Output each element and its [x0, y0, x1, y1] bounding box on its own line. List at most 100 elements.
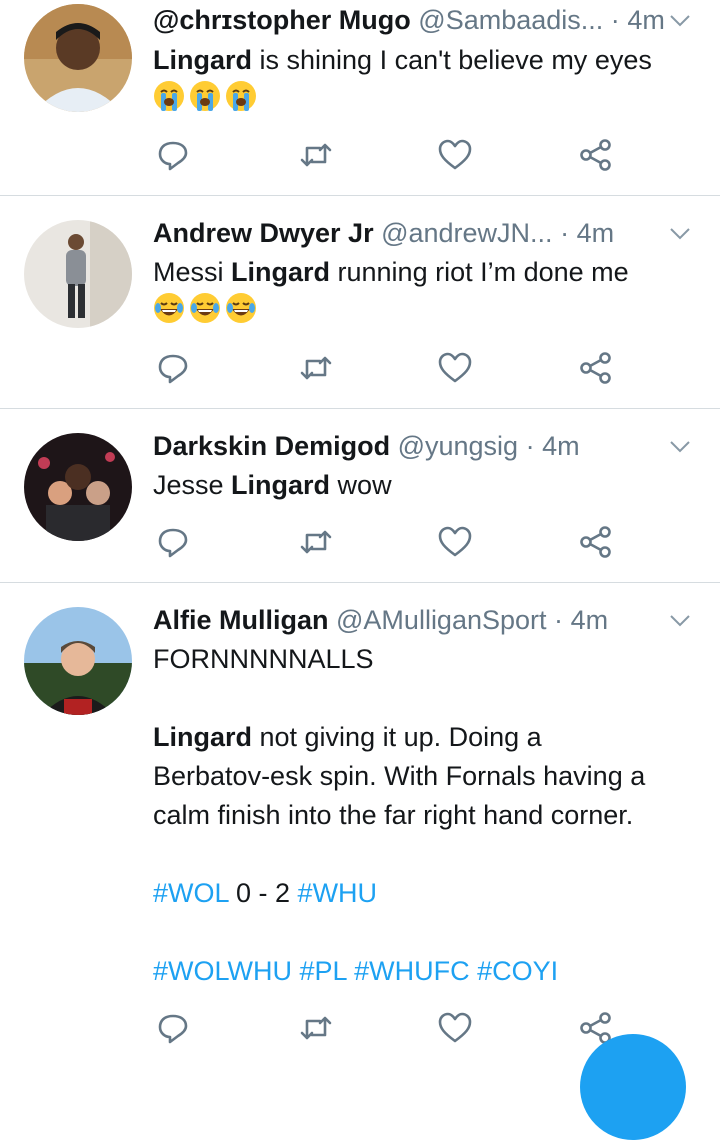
like-button[interactable] [437, 350, 473, 386]
tweet-text-line: Lingard not giving it up. Doing a [153, 718, 696, 757]
share-icon [580, 526, 611, 558]
share-button[interactable] [578, 137, 614, 173]
author-handle[interactable]: @yungsig [398, 431, 518, 461]
retweet-icon [300, 530, 332, 554]
tweet-header: Alfie Mulligan @AMulliganSport · 4m [153, 602, 690, 638]
like-button[interactable] [437, 524, 473, 560]
heart-icon [438, 1012, 472, 1043]
chevron-down-icon[interactable] [668, 8, 692, 32]
like-button[interactable] [437, 1010, 473, 1046]
tears-of-joy-face-icon [190, 293, 220, 323]
tweet-1[interactable]: @chrɪstopher Mugo @Sambaadis... · 4m Lin… [0, 0, 720, 196]
tweet-text: Jesse Lingard wow [153, 466, 696, 505]
text-run: running riot I’m done me [330, 257, 629, 287]
author-handle[interactable]: @andrewJN... [381, 218, 552, 248]
share-button[interactable] [578, 524, 614, 560]
author-name[interactable]: Andrew Dwyer Jr [153, 218, 374, 248]
tweet-text-line: Lingard is shining I can't believe my ey… [153, 41, 696, 80]
tweet-header: Darkskin Demigod @yungsig · 4m [153, 428, 690, 464]
compose-tweet-button[interactable] [580, 1034, 686, 1140]
timestamp[interactable]: 4m [627, 5, 665, 35]
avatar[interactable] [24, 4, 132, 112]
text-run: Berbatov-esk spin. With Fornals having a [153, 761, 646, 791]
reply-icon [158, 528, 188, 558]
tears-of-joy-face-icon [226, 293, 256, 323]
tweet-text-line [153, 679, 696, 718]
chevron-down-icon[interactable] [668, 608, 692, 632]
tweet-text-line [153, 835, 696, 874]
author-name[interactable]: @chrɪstopher Mugo [153, 5, 411, 35]
tweet-4[interactable]: Alfie Mulligan @AMulliganSport · 4m FORN… [0, 583, 720, 1069]
tweet-text-line [153, 80, 696, 119]
tweet-3[interactable]: Darkskin Demigod @yungsig · 4m Jesse Lin… [0, 409, 720, 583]
hashtag-link[interactable]: #WHU [298, 878, 378, 908]
text-run [292, 956, 300, 986]
timestamp[interactable]: 4m [542, 431, 580, 461]
reply-button[interactable] [155, 137, 191, 173]
timestamp[interactable]: 4m [571, 605, 609, 635]
hashtag-link[interactable]: #WHUFC [354, 956, 470, 986]
share-icon [580, 352, 611, 384]
text-run: Messi [153, 257, 232, 287]
text-run: wow [330, 470, 392, 500]
tweet-text-line [153, 292, 696, 331]
highlighted-keyword: Lingard [231, 257, 331, 287]
tweet-text-line: FORNNNNNALLS [153, 640, 696, 679]
heart-icon [438, 526, 472, 557]
avatar-image [24, 4, 132, 112]
share-icon [580, 139, 611, 171]
share-button[interactable] [578, 350, 614, 386]
retweet-button[interactable] [298, 1010, 334, 1046]
text-run [470, 956, 478, 986]
text-run: not giving it up. Doing a [252, 722, 542, 752]
tweet-text: Lingard is shining I can't believe my ey… [153, 41, 696, 119]
text-run: Jesse [153, 470, 232, 500]
hashtag-link[interactable]: #COYI [477, 956, 558, 986]
avatar-image [24, 607, 132, 715]
chevron-down-icon[interactable] [668, 221, 692, 245]
hashtag-link[interactable]: #WOLWHU [153, 956, 292, 986]
reply-button[interactable] [155, 524, 191, 560]
avatar[interactable] [24, 607, 132, 715]
tweet-2[interactable]: Andrew Dwyer Jr @andrewJN... · 4m Messi … [0, 196, 720, 409]
highlighted-keyword: Lingard [153, 45, 252, 75]
heart-icon [438, 139, 472, 170]
tweet-text-line: Berbatov-esk spin. With Fornals having a [153, 757, 696, 796]
avatar[interactable] [24, 220, 132, 328]
like-button[interactable] [437, 137, 473, 173]
retweet-icon [300, 1016, 332, 1040]
tweet-actions [0, 350, 720, 390]
author-name[interactable]: Alfie Mulligan [153, 605, 329, 635]
timestamp[interactable]: 4m [577, 218, 615, 248]
text-run: 0 - 2 [228, 878, 298, 908]
chevron-down-icon[interactable] [668, 434, 692, 458]
tweet-text-line: Jesse Lingard wow [153, 466, 696, 505]
tears-of-joy-face-icon [154, 293, 184, 323]
tweet-text-line: #WOLWHU #PL #WHUFC #COYI [153, 952, 696, 991]
text-run [347, 956, 355, 986]
reply-icon [158, 1014, 188, 1044]
reply-button[interactable] [155, 1010, 191, 1046]
retweet-button[interactable] [298, 137, 334, 173]
hashtag-link[interactable]: #WOL [153, 878, 229, 908]
author-handle[interactable]: @Sambaadis... [418, 5, 603, 35]
separator-dot: · [560, 218, 570, 248]
reply-icon [158, 141, 188, 171]
text-run: is shining I can't believe my eyes [252, 45, 652, 75]
tweet-actions [0, 524, 720, 564]
tweet-text-line: Messi Lingard running riot I’m done me [153, 253, 696, 292]
retweet-icon [300, 143, 332, 167]
highlighted-keyword: Lingard [153, 722, 252, 752]
avatar-image [24, 220, 132, 328]
heart-icon [438, 352, 472, 383]
retweet-button[interactable] [298, 350, 334, 386]
author-name[interactable]: Darkskin Demigod [153, 431, 390, 461]
tweet-text-line: calm finish into the far right hand corn… [153, 796, 696, 835]
separator-dot: · [554, 605, 564, 635]
tweet-header: @chrɪstopher Mugo @Sambaadis... · 4m [153, 2, 690, 38]
retweet-button[interactable] [298, 524, 334, 560]
author-handle[interactable]: @AMulliganSport [336, 605, 547, 635]
reply-button[interactable] [155, 350, 191, 386]
tweet-text-line [153, 913, 696, 952]
hashtag-link[interactable]: #PL [300, 956, 347, 986]
